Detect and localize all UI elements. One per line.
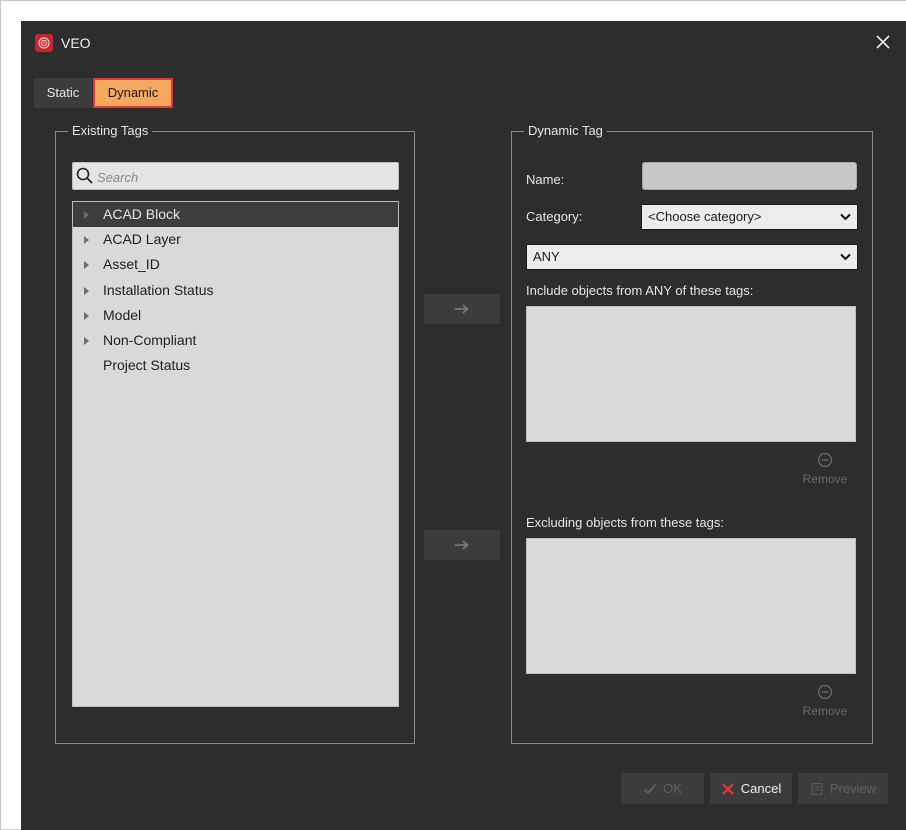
tree-item-non-compliant[interactable]: Non-Compliant bbox=[73, 328, 398, 353]
veo-dialog: VEO Static Dynamic Existing Tags ACAD Bl… bbox=[21, 21, 906, 830]
existing-tags-legend: Existing Tags bbox=[68, 123, 153, 139]
include-label: Include objects from ANY of these tags: bbox=[526, 283, 754, 298]
x-icon bbox=[721, 782, 734, 795]
preview-icon bbox=[811, 782, 823, 795]
preview-label: Preview bbox=[829, 781, 877, 796]
tree-item-asset-id[interactable]: Asset_ID bbox=[73, 252, 398, 277]
tree-item-label: ACAD Block bbox=[103, 206, 181, 222]
add-to-include-button[interactable] bbox=[424, 294, 500, 324]
tree-item-acad-layer[interactable]: ACAD Layer bbox=[73, 227, 398, 252]
exclude-tags-list[interactable] bbox=[526, 538, 856, 674]
tree-item-label: Asset_ID bbox=[103, 256, 160, 272]
remove-label: Remove bbox=[802, 472, 848, 486]
search-icon bbox=[76, 167, 93, 184]
expand-arrow-icon[interactable] bbox=[84, 287, 89, 295]
category-label: Category: bbox=[526, 209, 583, 224]
existing-tags-tree[interactable]: ACAD Block ACAD Layer Asset_ID Installat… bbox=[72, 201, 399, 707]
expand-arrow-icon[interactable] bbox=[84, 261, 89, 269]
tab-static[interactable]: Static bbox=[34, 78, 92, 108]
expand-arrow-icon[interactable] bbox=[84, 211, 89, 219]
chevron-down-icon bbox=[840, 213, 851, 221]
match-mode-value: ANY bbox=[533, 249, 560, 264]
close-icon bbox=[876, 35, 890, 49]
include-tags-list[interactable] bbox=[526, 306, 856, 442]
search-input[interactable] bbox=[97, 167, 392, 187]
minus-circle-icon bbox=[817, 684, 833, 700]
tree-item-label: Model bbox=[103, 307, 142, 323]
window-title: VEO bbox=[61, 35, 91, 51]
expand-arrow-icon[interactable] bbox=[84, 236, 89, 244]
name-field[interactable] bbox=[642, 162, 857, 190]
expand-arrow-icon[interactable] bbox=[84, 337, 89, 345]
remove-include-button[interactable]: Remove bbox=[795, 452, 855, 486]
checkmark-icon bbox=[643, 783, 657, 794]
tree-item-installation-status[interactable]: Installation Status bbox=[73, 278, 398, 303]
match-mode-select[interactable]: ANY bbox=[526, 244, 858, 270]
name-label: Name: bbox=[526, 172, 565, 187]
dynamic-tag-legend: Dynamic Tag bbox=[524, 123, 607, 139]
cancel-label: Cancel bbox=[740, 781, 782, 796]
arrow-right-icon bbox=[455, 304, 469, 314]
tree-item-project-status[interactable]: Project Status bbox=[73, 353, 398, 378]
ok-label: OK bbox=[663, 781, 682, 796]
minus-circle-icon bbox=[817, 452, 833, 468]
ok-button[interactable]: OK bbox=[621, 773, 704, 804]
cancel-button[interactable]: Cancel bbox=[710, 773, 792, 804]
tree-item-model[interactable]: Model bbox=[73, 303, 398, 328]
chevron-down-icon bbox=[840, 253, 851, 261]
tree-item-label: ACAD Layer bbox=[103, 231, 181, 247]
category-select[interactable]: <Choose category> bbox=[641, 204, 858, 230]
remove-label: Remove bbox=[802, 704, 848, 718]
search-box[interactable] bbox=[72, 162, 399, 190]
tree-item-label: Installation Status bbox=[103, 282, 214, 298]
tree-item-acad-block[interactable]: ACAD Block bbox=[73, 202, 398, 227]
exclude-label: Excluding objects from these tags: bbox=[526, 515, 724, 530]
tree-item-label: Project Status bbox=[103, 357, 191, 373]
category-select-value: <Choose category> bbox=[648, 209, 762, 224]
tab-dynamic[interactable]: Dynamic bbox=[93, 78, 173, 108]
arrow-right-icon bbox=[455, 540, 469, 550]
veo-logo-icon bbox=[35, 34, 53, 52]
add-to-exclude-button[interactable] bbox=[424, 530, 500, 560]
title-bar: VEO bbox=[21, 21, 906, 64]
preview-button[interactable]: Preview bbox=[798, 773, 888, 804]
tree-item-label: Non-Compliant bbox=[103, 332, 197, 348]
expand-arrow-icon[interactable] bbox=[84, 312, 89, 320]
close-button[interactable] bbox=[870, 29, 896, 55]
remove-exclude-button[interactable]: Remove bbox=[795, 684, 855, 718]
